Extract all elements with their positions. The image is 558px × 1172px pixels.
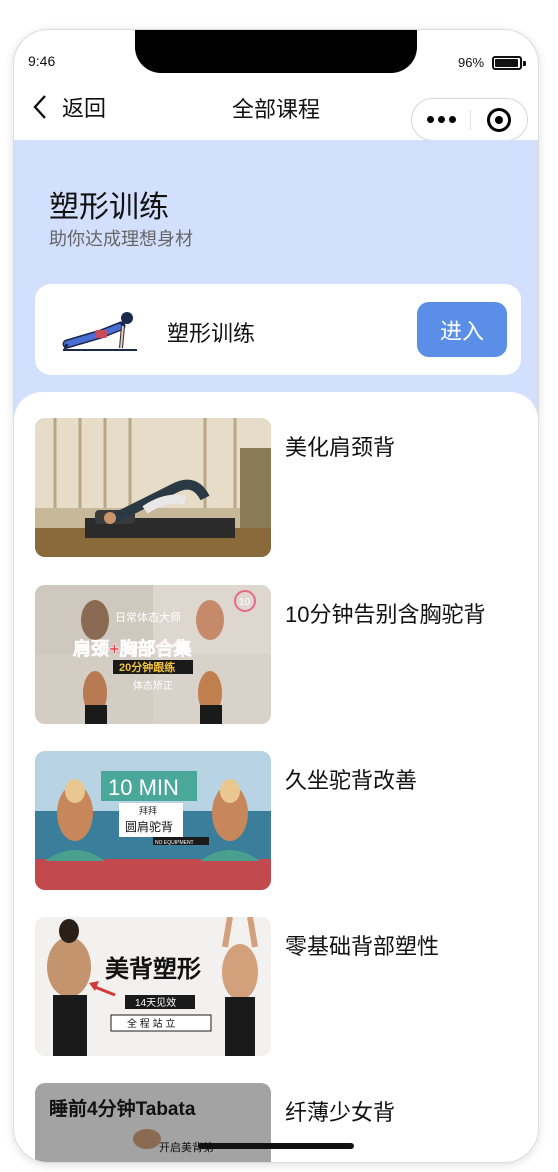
course-item[interactable]: 日常体态大师 肩颈+胸部合集 20分钟跟练 体态矫正 10 10分钟告别含胸驼背 — [35, 585, 521, 725]
course-item[interactable]: 睡前4分钟Tabata 开启美背第 纤薄少女背 — [35, 1083, 521, 1162]
thumb-text: 圆肩驼背 — [125, 819, 173, 834]
course-thumbnail — [35, 418, 271, 557]
thumb-text: 肩颈+胸部合集 — [73, 638, 193, 659]
course-title: 纤薄少女背 — [285, 1100, 396, 1125]
course-title: 10分钟告别含胸驼背 — [285, 602, 486, 627]
status-time: 9:46 — [28, 53, 56, 69]
thumb-text: 日常体态大师 — [115, 610, 181, 624]
thumb-text: 10 MIN — [108, 775, 179, 800]
thumb-text: 美背塑形 — [105, 955, 201, 983]
course-item[interactable]: 10 MIN 拜拜 圆肩驼背 NO EQUIPMENT 久坐驼背改善 — [35, 751, 521, 891]
battery-percent: 96% — [458, 55, 485, 70]
hero-subtitle: 助你达成理想身材 — [49, 229, 193, 249]
course-item[interactable]: 美背塑形 14天见效 全 程 站 立 零基础背部塑性 — [35, 917, 521, 1057]
home-indicator — [198, 1143, 354, 1149]
notch — [135, 30, 417, 73]
course-item[interactable]: 美化肩颈背 — [35, 418, 521, 558]
thumb-text: 10 — [239, 597, 251, 608]
course-thumbnail: 美背塑形 14天见效 全 程 站 立 — [35, 917, 271, 1056]
course-thumbnail: 睡前4分钟Tabata 开启美背第 — [35, 1083, 271, 1162]
battery-icon — [492, 56, 526, 70]
thumb-text: 20分钟跟练 — [119, 660, 175, 674]
hero-title: 塑形训练 — [49, 191, 169, 224]
plank-exercise-icon — [62, 312, 137, 351]
more-icon[interactable] — [412, 99, 470, 140]
thumb-text: 拜拜 — [139, 806, 157, 816]
enter-button[interactable]: 进入 — [417, 302, 507, 357]
course-thumbnail: 10 MIN 拜拜 圆肩驼背 NO EQUIPMENT — [35, 751, 271, 890]
course-title: 零基础背部塑性 — [285, 934, 440, 959]
phone-frame: 9:46 96% 返回 全部课程 塑形训练 助你达成理想身材 塑形训练 进入 美… — [14, 30, 538, 1162]
course-card-name: 塑形训练 — [167, 321, 256, 346]
course-thumbnail: 日常体态大师 肩颈+胸部合集 20分钟跟练 体态矫正 10 — [35, 585, 271, 724]
course-title: 美化肩颈背 — [285, 435, 396, 460]
thumb-text: 睡前4分钟Tabata — [49, 1097, 196, 1120]
thumb-text: 14天见效 — [135, 996, 176, 1009]
thumb-text: 体态矫正 — [133, 679, 173, 692]
mini-program-capsule — [411, 98, 528, 141]
course-entry-card: 塑形训练 进入 — [35, 284, 521, 375]
thumb-text: 全 程 站 立 — [127, 1017, 175, 1030]
thumb-text: NO EQUIPMENT — [155, 840, 194, 846]
course-list: 美化肩颈背 日常体态大师 肩颈+胸部合集 20分钟跟练 体态矫正 10 10分钟… — [14, 392, 538, 1162]
course-title: 久坐驼背改善 — [285, 768, 418, 793]
close-target-icon[interactable] — [471, 99, 527, 140]
